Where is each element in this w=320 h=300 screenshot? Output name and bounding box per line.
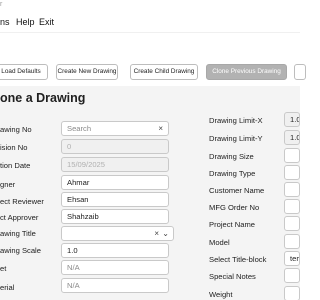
model-label: Model [209, 238, 230, 247]
special-notes-label: Special Notes [209, 272, 256, 281]
clear-icon[interactable]: × [154, 227, 159, 240]
drawing-limit-y-field[interactable]: 1.0 [284, 130, 300, 145]
toolbar-overflow-button[interactable] [294, 64, 306, 80]
title-bar: r [0, 0, 300, 13]
menu-item-settings[interactable]: ns [0, 17, 10, 27]
model-field[interactable] [284, 234, 300, 249]
sheet-field[interactable]: N/A [61, 260, 169, 275]
clear-icon[interactable]: × [158, 122, 163, 135]
select-title-block-field[interactable]: tem [284, 251, 300, 266]
mfg-order-no-label: MFG Order No [209, 203, 260, 212]
load-defaults-button[interactable]: Load Defaults [0, 64, 48, 80]
drawing-limit-x-field[interactable]: 1.0 [284, 112, 300, 127]
designer-label: gner [0, 180, 16, 189]
project-approver-label: ct Approver [0, 213, 39, 222]
window-title: r [0, 1, 3, 8]
project-reviewer-label: ect Reviewer [0, 197, 44, 206]
select-title-block-label: Select Title-block [209, 255, 267, 264]
menu-item-help[interactable]: Help [16, 17, 35, 27]
mfg-order-no-field[interactable] [284, 199, 300, 214]
customer-name-label: Customer Name [209, 186, 265, 195]
sheet-label: et [0, 264, 7, 273]
drawing-no-search-input[interactable]: Search × [61, 121, 169, 136]
drawing-size-field[interactable] [284, 148, 300, 163]
drawing-no-label: awing No [0, 125, 32, 134]
weight-label: Weight [209, 290, 233, 299]
create-child-drawing-button[interactable]: Create Child Drawing [130, 64, 198, 80]
creation-date-label: tion Date [0, 161, 31, 170]
project-name-label: Project Name [209, 220, 256, 229]
designer-field[interactable]: Ahmar [61, 175, 169, 190]
project-reviewer-field[interactable]: Ehsan [61, 192, 169, 207]
drawing-scale-field[interactable]: 1.0 [61, 243, 169, 258]
drawing-limit-x-label: Drawing Limit-X [209, 116, 263, 125]
creation-date-field: 15/09/2025 [61, 157, 169, 172]
drawing-title-select[interactable]: × ⌄ [61, 226, 174, 241]
drawing-scale-label: awing Scale [0, 246, 41, 255]
revision-no-label: ision No [0, 143, 28, 152]
drawing-limit-y-label: Drawing Limit-Y [209, 134, 263, 143]
drawing-size-label: Drawing Size [209, 152, 254, 161]
drawing-type-field[interactable] [284, 165, 300, 180]
project-name-field[interactable] [284, 216, 300, 231]
project-approver-field[interactable]: Shahzaib [61, 209, 169, 224]
menu-bar: ns Help Exit [0, 13, 300, 33]
material-label: erial [0, 283, 15, 292]
weight-field[interactable] [284, 286, 300, 300]
customer-name-field[interactable] [284, 182, 300, 197]
special-notes-field[interactable] [284, 268, 300, 283]
revision-no-field: 0 [61, 139, 169, 154]
clone-previous-drawing-button[interactable]: Clone Previous Drawing [206, 64, 287, 80]
chevron-down-icon[interactable]: ⌄ [162, 227, 169, 240]
drawing-title-label: awing Title [0, 229, 36, 238]
drawing-type-label: Drawing Type [209, 169, 256, 178]
toolbar: Load Defaults Create New Drawing Create … [0, 58, 306, 86]
menu-item-exit[interactable]: Exit [39, 17, 54, 27]
material-field[interactable]: N/A [61, 278, 169, 293]
create-new-drawing-button[interactable]: Create New Drawing [56, 64, 118, 80]
page-title: one a Drawing [0, 91, 86, 105]
drawing-no-placeholder: Search [67, 124, 92, 133]
